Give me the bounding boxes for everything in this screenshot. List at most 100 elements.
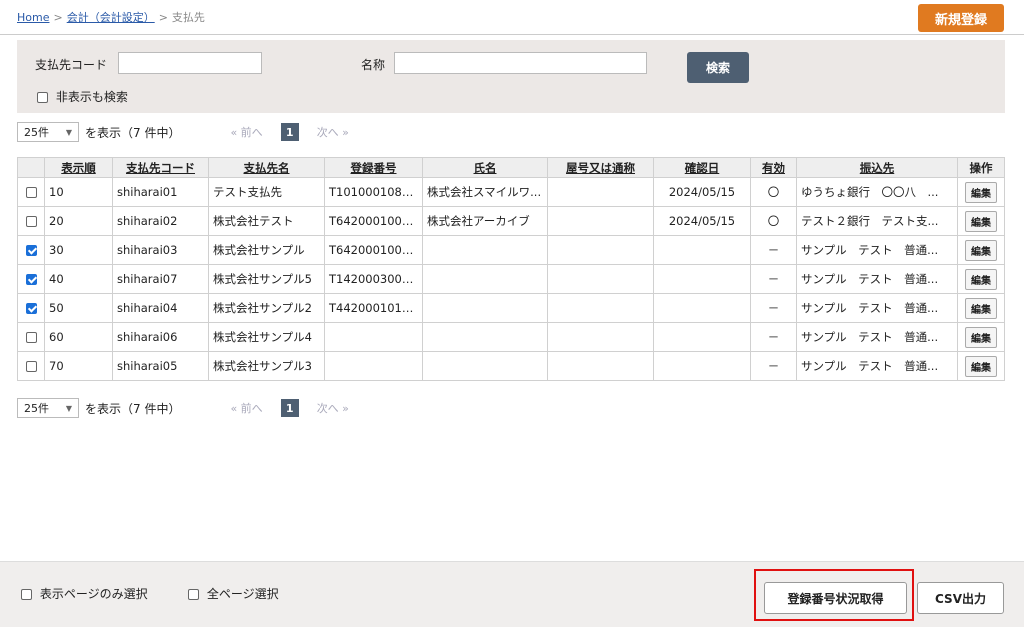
header-actions: 操作 — [957, 157, 1005, 178]
table-row: 50 shiharai04 株式会社サンプル2 T4420001013905 －サンプル… — [17, 293, 1005, 323]
cell-actions: 編集 — [957, 351, 1005, 381]
row-checkbox[interactable] — [25, 274, 37, 285]
breadcrumb-separator: > — [53, 11, 63, 24]
payee-table: 表示順 支払先コード 支払先名 登録番号 氏名 屋号又は通称 確認日 有効 振込… — [17, 157, 1005, 381]
cell-payee-name: 株式会社サンプル5 — [208, 264, 325, 294]
cell-payee-code: shiharai05 — [112, 351, 209, 381]
row-checkbox[interactable] — [25, 216, 37, 227]
cell-payee-code: shiharai02 — [112, 206, 209, 236]
edit-button[interactable]: 編集 — [965, 239, 997, 261]
header-trade-name[interactable]: 屋号又は通称 — [547, 157, 654, 178]
edit-button[interactable]: 編集 — [965, 181, 997, 203]
edit-button[interactable]: 編集 — [965, 210, 997, 232]
header-payee-name[interactable]: 支払先名 — [208, 157, 325, 178]
name-input[interactable] — [394, 52, 647, 74]
per-page-select[interactable]: 25件 ▼ — [17, 398, 79, 418]
name-label: 名称 — [361, 58, 386, 72]
cell-select — [17, 264, 45, 294]
header-payee-code[interactable]: 支払先コード — [112, 157, 209, 178]
cell-payee-name: 株式会社サンプル3 — [208, 351, 325, 381]
table-row: 40 shiharai07 株式会社サンプル5 T1420003001893 －サンプル… — [17, 264, 1005, 294]
cell-person-name — [422, 264, 548, 294]
table-header-row: 表示順 支払先コード 支払先名 登録番号 氏名 屋号又は通称 確認日 有効 振込… — [17, 157, 1005, 178]
header-bank[interactable]: 振込先 — [796, 157, 958, 178]
cell-confirmed-date — [653, 322, 751, 352]
select-all-pages-checkbox[interactable] — [188, 589, 199, 600]
page-number-current[interactable]: 1 — [280, 399, 299, 417]
cell-select — [17, 322, 45, 352]
edit-button[interactable]: 編集 — [965, 326, 997, 348]
cell-select — [17, 293, 45, 323]
cell-select — [17, 351, 45, 381]
cell-bank: テスト２銀行 テスト支... — [796, 206, 958, 236]
cell-registration-number: T1420003001893 — [324, 264, 423, 294]
cell-confirmed-date — [653, 264, 751, 294]
breadcrumb-home-link[interactable]: Home — [17, 11, 49, 24]
table-row: 30 shiharai03 株式会社サンプル T6420001002352 －サンプル … — [17, 235, 1005, 265]
search-button[interactable]: 検索 — [687, 52, 749, 83]
cell-person-name: 株式会社スマイルワ... — [422, 177, 548, 207]
cell-registration-number — [324, 322, 423, 352]
cell-actions: 編集 — [957, 206, 1005, 236]
cell-registration-number — [324, 351, 423, 381]
page-number-current[interactable]: 1 — [280, 123, 299, 141]
next-page-link[interactable]: 次へ » — [317, 400, 349, 416]
include-hidden-label: 非表示も検索 — [55, 90, 128, 104]
per-page-select[interactable]: 25件 ▼ — [17, 122, 79, 142]
header-order[interactable]: 表示順 — [44, 157, 113, 178]
chevron-down-icon: ▼ — [65, 403, 72, 413]
next-page-link[interactable]: 次へ » — [317, 124, 349, 140]
pager-bottom: 25件 ▼ を表示（7 件中） « 前へ 1 次へ » — [17, 398, 349, 418]
breadcrumb-separator: > — [158, 11, 168, 24]
cell-bank: サンプル テスト 普通... — [796, 293, 958, 323]
header-valid[interactable]: 有効 — [750, 157, 797, 178]
row-checkbox[interactable] — [25, 245, 37, 256]
cell-payee-code: shiharai03 — [112, 235, 209, 265]
cell-valid: － — [750, 264, 797, 294]
payee-code-input[interactable] — [118, 52, 262, 74]
breadcrumb-accounting-link[interactable]: 会計（会計設定） — [67, 11, 155, 24]
prev-page-link[interactable]: « 前へ — [230, 124, 262, 140]
cell-actions: 編集 — [957, 322, 1005, 352]
cell-actions: 編集 — [957, 264, 1005, 294]
row-checkbox[interactable] — [25, 303, 37, 314]
breadcrumb: Home > 会計（会計設定） > 支払先 — [17, 9, 205, 25]
row-checkbox[interactable] — [25, 332, 37, 343]
cell-confirmed-date: 2024/05/15 — [653, 177, 751, 207]
header-divider — [0, 34, 1024, 35]
cell-payee-name: 株式会社テスト — [208, 206, 325, 236]
cell-order: 10 — [44, 177, 113, 207]
table-row: 60 shiharai06 株式会社サンプル4 －サンプル テスト 普通... 編集 — [17, 322, 1005, 352]
cell-person-name — [422, 235, 548, 265]
edit-button[interactable]: 編集 — [965, 355, 997, 377]
cell-confirmed-date — [653, 235, 751, 265]
cell-payee-name: テスト支払先 — [208, 177, 325, 207]
csv-export-button[interactable]: CSV出力 — [917, 582, 1004, 614]
cell-valid: 〇 — [750, 206, 797, 236]
breadcrumb-current: 支払先 — [171, 11, 205, 24]
cell-trade-name — [547, 322, 654, 352]
cell-payee-name: 株式会社サンプル — [208, 235, 325, 265]
cell-person-name — [422, 293, 548, 323]
cell-trade-name — [547, 235, 654, 265]
edit-button[interactable]: 編集 — [965, 268, 997, 290]
cell-actions: 編集 — [957, 177, 1005, 207]
cell-payee-name: 株式会社サンプル4 — [208, 322, 325, 352]
prev-page-link[interactable]: « 前へ — [230, 400, 262, 416]
row-checkbox[interactable] — [25, 361, 37, 372]
include-hidden-checkbox[interactable] — [37, 92, 48, 103]
row-checkbox[interactable] — [25, 187, 37, 198]
select-page-checkbox[interactable] — [21, 589, 32, 600]
cell-payee-code: shiharai06 — [112, 322, 209, 352]
new-registration-button[interactable]: 新規登録 — [918, 4, 1004, 32]
cell-payee-name: 株式会社サンプル2 — [208, 293, 325, 323]
cell-trade-name — [547, 206, 654, 236]
cell-payee-code: shiharai07 — [112, 264, 209, 294]
edit-button[interactable]: 編集 — [965, 297, 997, 319]
cell-trade-name — [547, 177, 654, 207]
header-confirmed-date[interactable]: 確認日 — [653, 157, 751, 178]
cell-person-name — [422, 322, 548, 352]
cell-order: 50 — [44, 293, 113, 323]
header-person-name[interactable]: 氏名 — [422, 157, 548, 178]
header-registration-number[interactable]: 登録番号 — [324, 157, 423, 178]
